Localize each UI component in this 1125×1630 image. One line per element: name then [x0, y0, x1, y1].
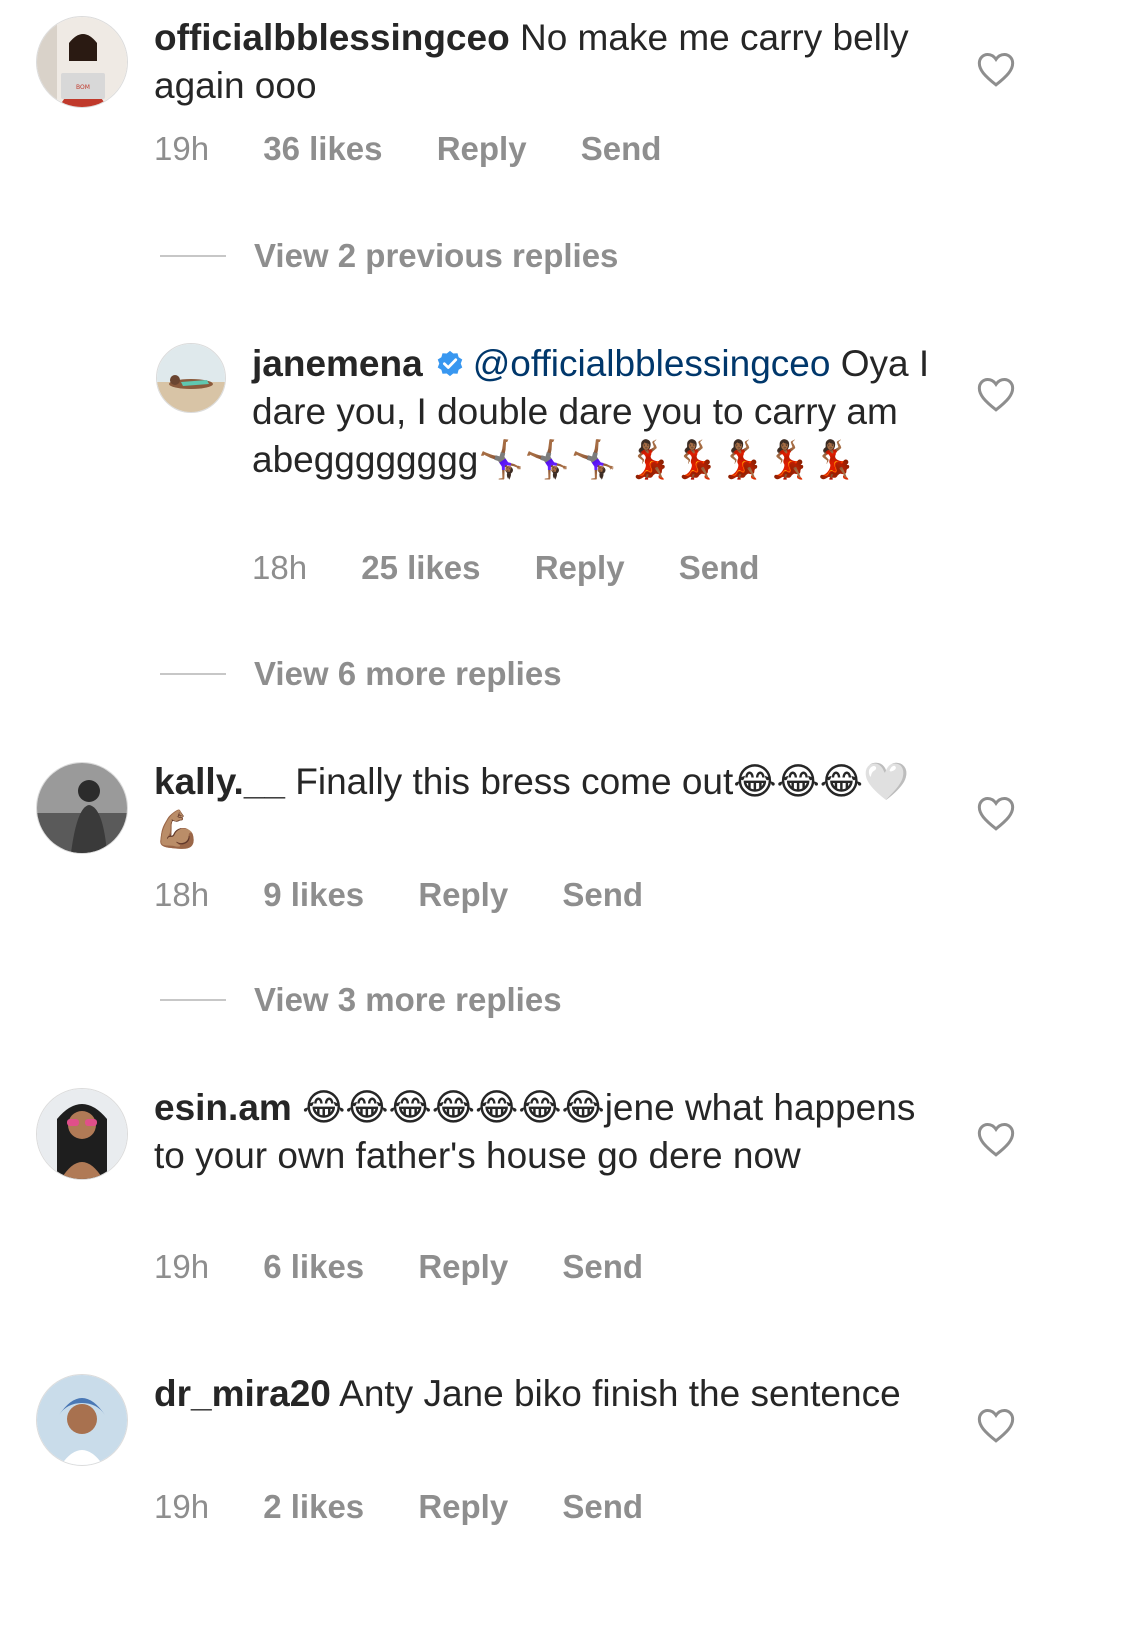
likes-count[interactable]: 25 likes: [361, 549, 480, 587]
like-heart-icon[interactable]: [976, 1406, 1016, 1444]
view-replies-button[interactable]: View 3 more replies: [160, 980, 562, 1020]
comment-username[interactable]: esin.am: [154, 1087, 292, 1128]
avatar[interactable]: [36, 1374, 128, 1466]
likes-count[interactable]: 2 likes: [263, 1488, 364, 1526]
reply-button[interactable]: Reply: [418, 1248, 508, 1286]
view-replies-button[interactable]: View 2 previous replies: [160, 236, 618, 276]
view-replies-button[interactable]: View 6 more replies: [160, 654, 562, 694]
comment-meta: 19h 36 likes Reply Send: [154, 130, 706, 168]
reply-button[interactable]: Reply: [535, 549, 625, 587]
avatar-image: [37, 1375, 127, 1465]
avatar[interactable]: [36, 1088, 128, 1180]
comment-body: dr_mira20 Anty Jane biko finish the sent…: [154, 1370, 934, 1418]
avatar[interactable]: [156, 343, 226, 413]
comment-username[interactable]: janemena: [252, 343, 423, 384]
avatar-image: [37, 763, 127, 853]
comment-time: 19h: [154, 1488, 210, 1525]
send-button[interactable]: Send: [562, 1488, 643, 1526]
send-button[interactable]: Send: [679, 549, 760, 587]
divider-line: [160, 673, 226, 675]
avatar-image: [157, 344, 225, 412]
comment-body: kally.__ Finally this bress come out😂😂😂🤍…: [154, 758, 934, 854]
comment-text: Anty Jane biko finish the sentence: [339, 1373, 901, 1414]
like-heart-icon[interactable]: [976, 1120, 1016, 1158]
avatar[interactable]: BOM: [36, 16, 128, 108]
comment-meta: 18h 9 likes Reply Send: [154, 876, 688, 914]
comment-username[interactable]: officialbblessingceo: [154, 17, 510, 58]
reply-button[interactable]: Reply: [418, 876, 508, 914]
likes-count[interactable]: 36 likes: [263, 130, 382, 168]
like-heart-icon[interactable]: [976, 50, 1016, 88]
comment-body: esin.am 😂😂😂😂😂😂😂jene what happens to your…: [154, 1084, 934, 1180]
comment-meta: 19h 2 likes Reply Send: [154, 1488, 688, 1526]
laptop-label: BOM: [76, 84, 90, 91]
avatar-image: BOM: [37, 17, 127, 107]
send-button[interactable]: Send: [581, 130, 662, 168]
comment-body: officialbblessingceo No make me carry be…: [154, 14, 934, 110]
view-replies-label: View 3 more replies: [254, 981, 562, 1018]
comment-time: 18h: [252, 549, 308, 586]
verified-badge-icon: [437, 350, 462, 377]
like-heart-icon[interactable]: [976, 375, 1016, 413]
comment-time: 19h: [154, 130, 210, 167]
reply-button[interactable]: Reply: [437, 130, 527, 168]
comment-time: 19h: [154, 1248, 210, 1285]
comment-body: janemena @officialbblessingceo Oya I dare…: [252, 340, 952, 484]
comment-meta: 19h 6 likes Reply Send: [154, 1248, 688, 1286]
avatar-image: [37, 1089, 127, 1179]
like-heart-icon[interactable]: [976, 794, 1016, 832]
comment-username[interactable]: dr_mira20: [154, 1373, 331, 1414]
mention-link[interactable]: @officialbblessingceo: [473, 343, 831, 384]
likes-count[interactable]: 6 likes: [263, 1248, 364, 1286]
divider-line: [160, 255, 226, 257]
view-replies-label: View 2 previous replies: [254, 237, 619, 274]
reply-button[interactable]: Reply: [418, 1488, 508, 1526]
likes-count[interactable]: 9 likes: [263, 876, 364, 914]
view-replies-label: View 6 more replies: [254, 655, 562, 692]
send-button[interactable]: Send: [562, 1248, 643, 1286]
avatar[interactable]: [36, 762, 128, 854]
comment-username[interactable]: kally.__: [154, 761, 285, 802]
comment-time: 18h: [154, 876, 210, 913]
send-button[interactable]: Send: [562, 876, 643, 914]
comment-meta: 18h 25 likes Reply Send: [252, 549, 804, 587]
divider-line: [160, 999, 226, 1001]
